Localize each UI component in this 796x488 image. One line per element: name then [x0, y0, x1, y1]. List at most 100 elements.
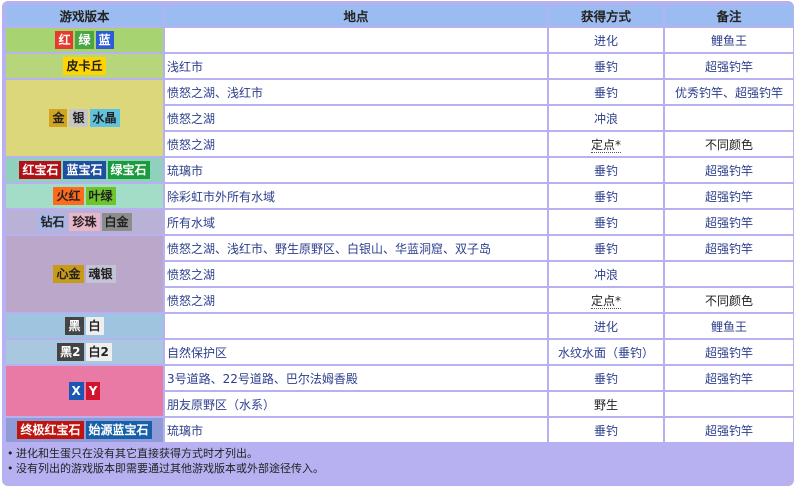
version-tag-alpha-sapphire[interactable]: 始源蓝宝石 [85, 421, 152, 439]
method-cell[interactable]: 定点* [549, 132, 663, 156]
version-cell-hgss: 心金 魂银 [6, 236, 163, 312]
method-cell[interactable]: 进化 [549, 314, 663, 338]
method-cell[interactable]: 垂钓 [549, 366, 663, 390]
version-tag-y[interactable]: Y [85, 382, 101, 400]
version-cell-dpp: 钻石 珍珠 白金 [6, 210, 163, 234]
method-cell[interactable]: 进化 [549, 28, 663, 52]
note-cell [665, 106, 793, 130]
location-cell[interactable]: 浅红市 [165, 54, 547, 78]
version-tag-soulsilver[interactable]: 魂银 [85, 265, 116, 283]
version-tag-white2[interactable]: 白2 [85, 343, 112, 361]
version-tag-green[interactable]: 绿 [75, 31, 94, 49]
method-cell[interactable]: 冲浪 [549, 106, 663, 130]
location-cell[interactable]: 愤怒之湖、浅红市、野生原野区、白银山、华蓝洞窟、双子岛 [165, 236, 547, 260]
version-tag-ruby[interactable]: 红宝石 [19, 161, 62, 179]
location-cell[interactable]: 愤怒之湖 [165, 262, 547, 286]
version-tag-firered[interactable]: 火红 [53, 187, 84, 205]
note-cell: 不同颜色 [665, 288, 793, 312]
location-cell[interactable]: 琉璃市 [165, 158, 547, 182]
note-cell[interactable]: 超强钓竿 [665, 158, 793, 182]
version-tag-yellow[interactable]: 皮卡丘 [63, 57, 106, 75]
note-cell[interactable]: 优秀钓竿、超强钓竿 [665, 80, 793, 104]
location-cell [165, 28, 547, 52]
table-row: XY 3号道路、22号道路、巴尔法姆香殿 垂钓 超强钓竿 [6, 366, 793, 416]
note-cell[interactable]: 鲤鱼王 [665, 314, 793, 338]
version-tag-white[interactable]: 白 [85, 317, 104, 335]
version-tag-pearl[interactable]: 珍珠 [69, 213, 100, 231]
version-cell-gsc: 金银水晶 [6, 80, 163, 156]
version-cell-bw: 黑白 [6, 314, 163, 338]
table-row: 心金 魂银 愤怒之湖、浅红市、野生原野区、白银山、华蓝洞窟、双子岛 垂钓 超强钓竿 [6, 236, 793, 312]
method-cell[interactable]: 垂钓 [549, 54, 663, 78]
location-cell[interactable]: 3号道路、22号道路、巴尔法姆香殿 [165, 366, 547, 390]
version-tag-omega-ruby[interactable]: 终极红宝石 [17, 421, 84, 439]
header-version: 游戏版本 [6, 5, 163, 26]
location-cell[interactable]: 愤怒之湖 [165, 288, 547, 312]
footnote-item: 没有列出的游戏版本即需要通过其他游戏版本或外部途径传入。 [6, 461, 790, 476]
table-row: 红绿蓝 进化 鲤鱼王 [6, 28, 793, 52]
method-cell[interactable]: 垂钓 [549, 236, 663, 260]
method-cell[interactable]: 垂钓 [549, 158, 663, 182]
note-cell[interactable]: 鲤鱼王 [665, 28, 793, 52]
footnote-item: 进化和生蛋只在没有其它直接获得方式时才列出。 [6, 446, 790, 461]
note-cell [665, 392, 793, 416]
note-cell[interactable]: 超强钓竿 [665, 340, 793, 364]
table-row: 皮卡丘 浅红市 垂钓 超强钓竿 [6, 54, 793, 78]
method-cell[interactable]: 水纹水面（垂钓） [549, 340, 663, 364]
method-cell[interactable]: 定点* [549, 288, 663, 312]
table-row: 金银水晶 愤怒之湖、浅红市 垂钓 优秀钓竿、超强钓竿 [6, 80, 793, 156]
table-row: 红宝石 蓝宝石 绿宝石 琉璃市 垂钓 超强钓竿 [6, 158, 793, 182]
location-cell[interactable]: 愤怒之湖 [165, 132, 547, 156]
method-cell: 野生 [549, 392, 663, 416]
location-cell[interactable]: 朋友原野区（水系） [165, 392, 547, 416]
table-row: 黑白 进化 鲤鱼王 [6, 314, 793, 338]
note-cell[interactable]: 超强钓竿 [665, 418, 793, 442]
version-tag-gold[interactable]: 金 [49, 109, 68, 127]
location-cell[interactable]: 愤怒之湖 [165, 106, 547, 130]
method-cell[interactable]: 垂钓 [549, 184, 663, 208]
table-row: 火红 叶绿 除彩虹市外所有水域 垂钓 超强钓竿 [6, 184, 793, 208]
version-tag-platinum[interactable]: 白金 [101, 213, 132, 231]
version-tag-red[interactable]: 红 [55, 31, 74, 49]
note-cell: 不同颜色 [665, 132, 793, 156]
footnotes: 进化和生蛋只在没有其它直接获得方式时才列出。 没有列出的游戏版本即需要通过其他游… [6, 446, 790, 476]
version-tag-black[interactable]: 黑 [65, 317, 84, 335]
note-cell [665, 262, 793, 286]
location-cell[interactable]: 自然保护区 [165, 340, 547, 364]
version-tag-blue[interactable]: 蓝 [95, 31, 114, 49]
catch-location-table: 游戏版本 地点 获得方式 备注 红绿蓝 进化 鲤鱼王 皮卡丘 浅红市 垂钓 超强… [4, 3, 795, 444]
version-tag-sapphire[interactable]: 蓝宝石 [63, 161, 106, 179]
location-cell[interactable]: 琉璃市 [165, 418, 547, 442]
location-cell[interactable]: 所有水域 [165, 210, 547, 234]
version-tag-heartgold[interactable]: 心金 [53, 265, 84, 283]
header-method: 获得方式 [549, 5, 663, 26]
table-row: 黑2 白2 自然保护区 水纹水面（垂钓） 超强钓竿 [6, 340, 793, 364]
version-cell-frlg: 火红 叶绿 [6, 184, 163, 208]
location-cell[interactable]: 愤怒之湖、浅红市 [165, 80, 547, 104]
version-tag-leafgreen[interactable]: 叶绿 [85, 187, 116, 205]
note-cell[interactable]: 超强钓竿 [665, 210, 793, 234]
method-with-tooltip[interactable]: 定点* [590, 293, 621, 309]
version-tag-diamond[interactable]: 钻石 [37, 213, 68, 231]
method-cell[interactable]: 冲浪 [549, 262, 663, 286]
method-cell[interactable]: 垂钓 [549, 80, 663, 104]
version-cell-oras: 终极红宝石 始源蓝宝石 [6, 418, 163, 442]
version-cell-bw2: 黑2 白2 [6, 340, 163, 364]
version-cell-xy: XY [6, 366, 163, 416]
version-tag-black2[interactable]: 黑2 [57, 343, 84, 361]
version-tag-emerald[interactable]: 绿宝石 [107, 161, 150, 179]
method-with-tooltip[interactable]: 定点* [590, 137, 621, 153]
version-cell-rgb: 红绿蓝 [6, 28, 163, 52]
location-cell[interactable]: 除彩虹市外所有水域 [165, 184, 547, 208]
version-tag-x[interactable]: X [68, 382, 84, 400]
note-cell[interactable]: 超强钓竿 [665, 236, 793, 260]
method-cell[interactable]: 垂钓 [549, 210, 663, 234]
version-tag-silver[interactable]: 银 [69, 109, 88, 127]
version-tag-crystal[interactable]: 水晶 [89, 109, 120, 127]
method-cell[interactable]: 垂钓 [549, 418, 663, 442]
table-row: 钻石 珍珠 白金 所有水域 垂钓 超强钓竿 [6, 210, 793, 234]
header-row: 游戏版本 地点 获得方式 备注 [6, 5, 793, 26]
note-cell[interactable]: 超强钓竿 [665, 184, 793, 208]
note-cell[interactable]: 超强钓竿 [665, 54, 793, 78]
note-cell[interactable]: 超强钓竿 [665, 366, 793, 390]
